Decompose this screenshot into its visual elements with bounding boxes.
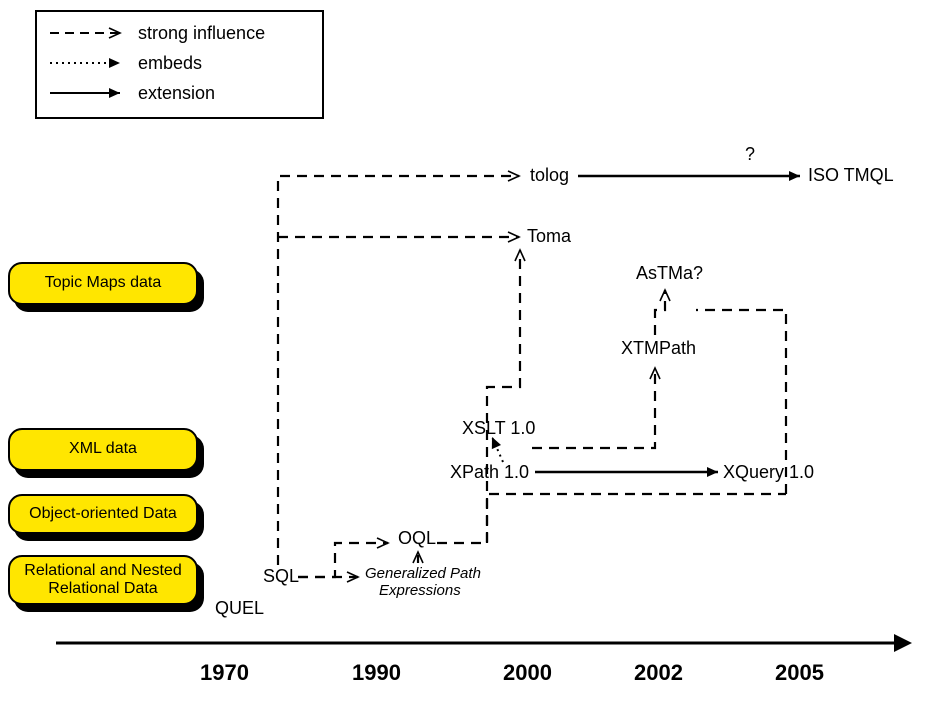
axis-tick: 1970 xyxy=(200,660,249,686)
category-label: XML data xyxy=(69,440,137,458)
node-generalized-path-expr: Generalized Path Expressions xyxy=(365,566,481,599)
node-xpath: XPath 1.0 xyxy=(450,462,529,483)
category-label: Topic Maps data xyxy=(45,274,162,292)
node-iso-tmql: ISO TMQL xyxy=(808,165,894,186)
category-oo: Object-oriented Data xyxy=(8,494,198,534)
node-xquery: XQuery 1.0 xyxy=(723,462,814,483)
category-label: Relational and Nested xyxy=(24,562,181,580)
node-tolog: tolog xyxy=(530,165,569,186)
node-oql: OQL xyxy=(398,528,436,549)
node-xtmpath: XTMPath xyxy=(621,338,696,359)
category-xml: XML data xyxy=(8,428,198,471)
node-xslt: XSLT 1.0 xyxy=(462,418,535,439)
category-label: Relational Data xyxy=(48,580,157,598)
category-relational: Relational and Nested Relational Data xyxy=(8,555,198,605)
legend-embeds: embeds xyxy=(138,53,202,74)
node-quel: QUEL xyxy=(215,598,264,619)
node-label: Generalized Path xyxy=(365,565,481,582)
legend-strong-influence: strong influence xyxy=(138,23,265,44)
legend-extension: extension xyxy=(138,83,215,104)
annotation-question-mark: ? xyxy=(745,144,755,165)
node-astma: AsTMa? xyxy=(636,263,703,284)
axis-tick: 1990 xyxy=(352,660,401,686)
node-sql: SQL xyxy=(263,566,299,587)
axis-tick: 2002 xyxy=(634,660,683,686)
axis-tick: 2000 xyxy=(503,660,552,686)
category-label: Object-oriented Data xyxy=(29,505,177,523)
category-topic-maps: Topic Maps data xyxy=(8,262,198,305)
axis-tick: 2005 xyxy=(775,660,824,686)
node-toma: Toma xyxy=(527,226,571,247)
node-label: Expressions xyxy=(365,582,461,599)
